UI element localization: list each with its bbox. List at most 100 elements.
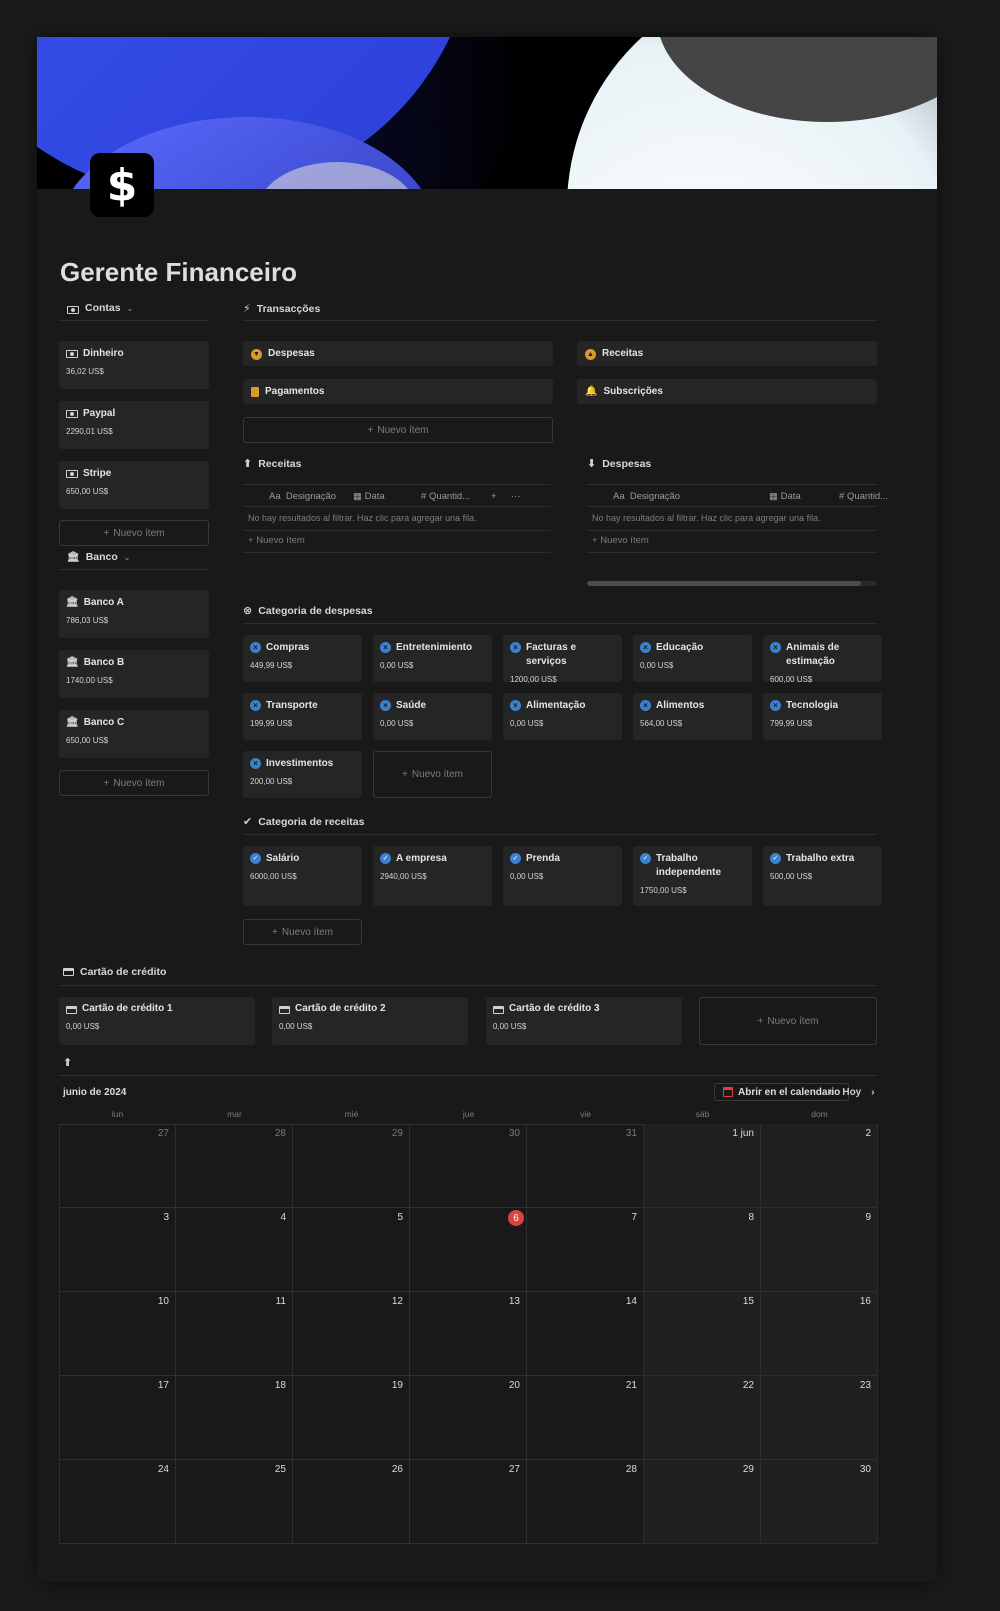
calendar-day-cell[interactable]: 30	[761, 1460, 878, 1544]
calendar-day-cell[interactable]: 9	[761, 1208, 878, 1292]
dollar-icon[interactable]: $	[90, 153, 154, 217]
categoria-receitas-item[interactable]: ✓ Trabalho independente 1750,00 US$	[633, 846, 752, 906]
banco-new-item-button[interactable]: + Nuevo ítem	[59, 770, 209, 796]
calendar-day-cell[interactable]: 27	[59, 1124, 176, 1208]
calendar-day-cell[interactable]: 29	[293, 1124, 410, 1208]
despesas-table-empty[interactable]: No hay resultados al filtrar. Haz clic p…	[592, 513, 821, 523]
transaccoes-item-receitas[interactable]: ▲ Receitas	[577, 341, 877, 366]
transaccoes-item-despesas[interactable]: ▼ Despesas	[243, 341, 553, 366]
calendar-day-cell[interactable]: 7	[527, 1208, 644, 1292]
column-quantidade[interactable]: # Quantid...	[839, 491, 888, 502]
column-designacao[interactable]: Aa Designação	[613, 491, 680, 502]
transaccoes-heading[interactable]: ⚡ Transacções	[243, 302, 320, 316]
categoria-despesas-item[interactable]: × Entretenimiento 0,00 US$	[373, 635, 492, 682]
calendar-day-cell[interactable]: 12	[293, 1292, 410, 1376]
calendar-day-cell[interactable]: 15	[644, 1292, 761, 1376]
cartao-new-item-button[interactable]: + Nuevo ítem	[699, 997, 877, 1045]
transaccoes-new-item-button[interactable]: + Nuevo ítem	[243, 417, 553, 443]
calendar-day-cell[interactable]: 14	[527, 1292, 644, 1376]
transaccoes-item-pagamentos[interactable]: Pagamentos	[243, 379, 553, 404]
categoria-despesas-item[interactable]: × Animais de estimação 600,00 US$	[763, 635, 882, 684]
calendar-day-cell[interactable]: 3	[59, 1208, 176, 1292]
categoria-despesas-item[interactable]: × Alimentos 564,00 US$	[633, 693, 752, 740]
calendar-day-cell[interactable]: 11	[176, 1292, 293, 1376]
contas-item-dinheiro[interactable]: Dinheiro 36,02 US$	[59, 341, 209, 389]
calendar-day-cell[interactable]: 2	[761, 1124, 878, 1208]
categoria-despesas-item[interactable]: × Transporte 199,99 US$	[243, 693, 362, 740]
item-name: Compras	[266, 642, 310, 653]
cartao-item-2[interactable]: Cartão de crédito 2 0,00 US$	[272, 997, 468, 1045]
despesas-table-new-item[interactable]: + Nuevo ítem	[592, 535, 649, 546]
calendar-day-cell[interactable]: 8	[644, 1208, 761, 1292]
column-designacao[interactable]: Aa Designação	[269, 491, 336, 502]
column-data[interactable]: ▦ Data	[353, 491, 385, 502]
banco-heading[interactable]: 🏛 Banco ⌄	[67, 551, 131, 563]
chevron-right-icon[interactable]: ›	[871, 1087, 874, 1098]
categoria-despesas-item[interactable]: × Tecnologia 799,99 US$	[763, 693, 882, 740]
calendar-day-cell[interactable]: 31	[527, 1124, 644, 1208]
banco-item-b[interactable]: 🏛 Banco B 1740,00 US$	[59, 650, 209, 698]
calendar-day-cell[interactable]: 17	[59, 1376, 176, 1460]
banco-item-a[interactable]: 🏛 Banco A 786,03 US$	[59, 590, 209, 638]
chevron-left-icon[interactable]: ‹	[829, 1087, 832, 1098]
calendar-day-cell[interactable]: 28	[527, 1460, 644, 1544]
categoria-receitas-new-item-button[interactable]: + Nuevo ítem	[243, 919, 362, 945]
categoria-receitas-heading[interactable]: ✔ Categoria de receitas	[243, 815, 364, 829]
cartao-item-1[interactable]: Cartão de crédito 1 0,00 US$	[59, 997, 255, 1045]
categoria-despesas-item[interactable]: × Alimentação 0,00 US$	[503, 693, 622, 740]
column-data[interactable]: ▦ Data	[769, 491, 801, 502]
calendar-day-cell[interactable]: 20	[410, 1376, 527, 1460]
cartao-item-3[interactable]: Cartão de crédito 3 0,00 US$	[486, 997, 682, 1045]
today-button[interactable]: Hoy	[842, 1087, 861, 1098]
calendar-day-cell[interactable]: 13	[410, 1292, 527, 1376]
cartao-heading[interactable]: Cartão de crédito	[63, 966, 166, 978]
calendar-day-cell[interactable]: 29	[644, 1460, 761, 1544]
more-icon[interactable]: ···	[511, 491, 521, 502]
calendar-day-cell[interactable]: 10	[59, 1292, 176, 1376]
calendar-day-cell[interactable]: 27	[410, 1460, 527, 1544]
scrollbar-thumb[interactable]	[587, 581, 861, 586]
horizontal-scrollbar[interactable]	[587, 581, 877, 586]
categoria-despesas-item[interactable]: × Saúde 0,00 US$	[373, 693, 492, 740]
calendar-day-cell[interactable]: 16	[761, 1292, 878, 1376]
calendar-day-cell[interactable]: 23	[761, 1376, 878, 1460]
banco-item-c[interactable]: 🏛 Banco C 650,00 US$	[59, 710, 209, 758]
column-quantidade[interactable]: # Quantid...	[421, 491, 470, 502]
categoria-receitas-item[interactable]: ✓ Prenda 0,00 US$	[503, 846, 622, 906]
check-circle-icon: ✓	[250, 853, 261, 864]
contas-heading[interactable]: Contas ⌄	[67, 302, 133, 314]
categoria-despesas-new-item-button[interactable]: + Nuevo ítem	[373, 751, 492, 798]
categoria-receitas-item[interactable]: ✓ A empresa 2940,00 US$	[373, 846, 492, 906]
cover-image[interactable]	[37, 37, 937, 189]
contas-new-item-button[interactable]: + Nuevo ítem	[59, 520, 209, 546]
calendar-day-cell[interactable]: 4	[176, 1208, 293, 1292]
calendar-day-cell[interactable]: 6	[410, 1208, 527, 1292]
calendar-day-cell[interactable]: 30	[410, 1124, 527, 1208]
despesas-table-heading[interactable]: ⬇ Despesas	[587, 457, 651, 471]
calendar-day-cell[interactable]: 22	[644, 1376, 761, 1460]
categoria-despesas-item[interactable]: × Compras 449,99 US$	[243, 635, 362, 682]
calendar-day-cell[interactable]: 25	[176, 1460, 293, 1544]
add-column-icon[interactable]: +	[491, 491, 497, 502]
receitas-table-new-item[interactable]: + Nuevo ítem	[248, 535, 305, 546]
calendar-day-cell[interactable]: 5	[293, 1208, 410, 1292]
calendar-day-cell[interactable]: 19	[293, 1376, 410, 1460]
categoria-receitas-item[interactable]: ✓ Salário 6000,00 US$	[243, 846, 362, 906]
receitas-table-heading[interactable]: ⬆ Receitas	[243, 457, 301, 471]
calendar-day-cell[interactable]: 21	[527, 1376, 644, 1460]
calendar-heading[interactable]: ⬆	[63, 1056, 72, 1069]
categoria-despesas-item[interactable]: × Educação 0,00 US$	[633, 635, 752, 682]
categoria-despesas-heading[interactable]: ⊗ Categoria de despesas	[243, 604, 373, 618]
contas-item-stripe[interactable]: Stripe 650,00 US$	[59, 461, 209, 509]
calendar-day-cell[interactable]: 18	[176, 1376, 293, 1460]
calendar-day-cell[interactable]: 26	[293, 1460, 410, 1544]
calendar-day-cell[interactable]: 28	[176, 1124, 293, 1208]
categoria-despesas-item[interactable]: × Facturas e serviços 1200,00 US$	[503, 635, 622, 684]
receitas-table-empty[interactable]: No hay resultados al filtrar. Haz clic p…	[248, 513, 477, 523]
calendar-day-cell[interactable]: 1 jun	[644, 1124, 761, 1208]
contas-item-paypal[interactable]: Paypal 2290,01 US$	[59, 401, 209, 449]
calendar-day-cell[interactable]: 24	[59, 1460, 176, 1544]
transaccoes-item-subscricoes[interactable]: 🔔 Subscrições	[577, 379, 877, 404]
categoria-despesas-item[interactable]: × Investimentos 200,00 US$	[243, 751, 362, 798]
categoria-receitas-item[interactable]: ✓ Trabalho extra 500,00 US$	[763, 846, 882, 906]
